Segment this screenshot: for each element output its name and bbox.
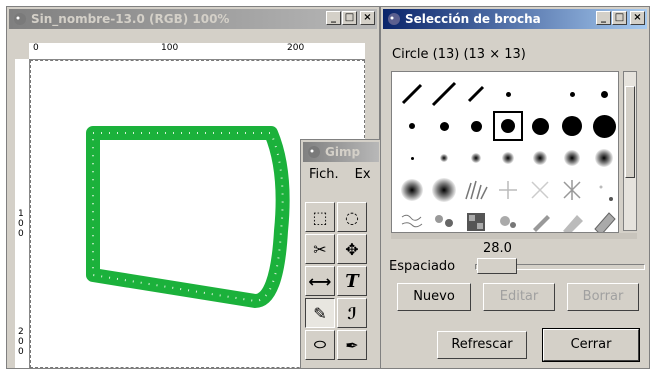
minimize-button[interactable]: _: [326, 11, 341, 25]
spacing-value: 28.0: [483, 241, 512, 256]
brush-fuzzy-xlarge[interactable]: [428, 174, 460, 206]
paintbrush-icon[interactable]: ℐ: [337, 298, 367, 328]
eraser-icon[interactable]: ⬭: [305, 330, 335, 360]
brush-texture-chalk[interactable]: [556, 206, 588, 232]
ruler-label: 0: [18, 347, 24, 357]
gimp-icon: [388, 13, 400, 25]
brush-line-long[interactable]: [428, 78, 460, 110]
spacing-slider-thumb[interactable]: [477, 258, 517, 274]
brush-grid-scrollbar[interactable]: [623, 71, 637, 231]
airbrush-icon[interactable]: ✒: [337, 330, 367, 360]
refresh-button[interactable]: Refrescar: [437, 331, 527, 359]
brush-fuzzy-5[interactable]: [524, 142, 556, 174]
brush-dot-small[interactable]: [588, 78, 618, 110]
brush-texture-charcoal[interactable]: [588, 206, 618, 232]
brush-dialog-titlebar[interactable]: Selección de brocha _ □ ×: [383, 9, 647, 29]
brush-fuzzy-3[interactable]: [460, 142, 492, 174]
ruler-label: 0: [33, 43, 39, 53]
maximize-button[interactable]: □: [342, 11, 357, 25]
brush-fuzzy-1[interactable]: [396, 142, 428, 174]
brush-dot-tiny[interactable]: [492, 78, 524, 110]
brush-grid-hscroll[interactable]: [391, 233, 637, 239]
ruler-label: 2: [18, 327, 24, 337]
ruler-label: 200: [287, 43, 305, 53]
ruler-corner[interactable]: [15, 43, 29, 59]
brush-selection-dialog: Selección de brocha _ □ × Circle (13) (1…: [380, 6, 650, 369]
delete-brush-button[interactable]: Borrar: [567, 283, 639, 311]
brush-grid[interactable]: [391, 71, 619, 233]
brush-sparkle[interactable]: [492, 174, 524, 206]
brush-circle-7[interactable]: [460, 110, 492, 142]
ruler-label: 0: [18, 337, 24, 347]
brush-dot-small[interactable]: [556, 78, 588, 110]
spacing-label: Espaciado: [389, 259, 456, 274]
brush-circle-13-selected[interactable]: [492, 110, 524, 142]
scrollbar-thumb[interactable]: [625, 86, 635, 178]
gimp-icon: [14, 13, 26, 25]
horizontal-ruler[interactable]: 0 100 200: [29, 43, 365, 60]
brush-texture-text[interactable]: [396, 206, 428, 232]
toolbox-window: Gimp Fich. Ex ⬚ ◌ ✂ ✥ ⟷ T ✎ ℐ ⬭ ✒: [300, 139, 382, 369]
rect-select-icon[interactable]: ⬚: [305, 202, 335, 232]
edit-brush-button[interactable]: Editar: [483, 283, 555, 311]
brush-grass[interactable]: [460, 174, 492, 206]
move-icon[interactable]: ✥: [337, 234, 367, 264]
brush-fuzzy-4[interactable]: [492, 142, 524, 174]
ruler-label: 100: [161, 43, 179, 53]
minimize-button[interactable]: _: [596, 11, 611, 25]
menu-extensions[interactable]: Ex: [355, 167, 371, 182]
brush-texture-flowers[interactable]: [428, 206, 460, 232]
toolbox-title: Gimp: [325, 145, 361, 159]
close-button[interactable]: ×: [360, 11, 375, 25]
measure-icon[interactable]: ⟷: [305, 266, 335, 296]
brush-dialog-title: Selección de brocha: [405, 12, 541, 26]
ruler-label: 1: [18, 209, 24, 219]
brush-line-short[interactable]: [460, 78, 492, 110]
scissors-icon[interactable]: ✂: [305, 234, 335, 264]
close-button[interactable]: ×: [630, 11, 645, 25]
maximize-button[interactable]: □: [612, 11, 627, 25]
ruler-label: 0: [18, 219, 24, 229]
brush-star[interactable]: [556, 174, 588, 206]
image-window-titlebar[interactable]: Sin_nombre-13.0 (RGB) 100% _ □ ×: [9, 9, 377, 29]
brush-name-label: Circle (13) (13 × 13): [392, 47, 526, 62]
brush-fuzzy-7[interactable]: [588, 142, 618, 174]
brush-circle-17[interactable]: [556, 110, 588, 142]
brush-circle-3[interactable]: [396, 110, 428, 142]
brush-fuzzy-6[interactable]: [556, 142, 588, 174]
brush-dots-fade[interactable]: [588, 174, 618, 206]
brush-fuzzy-2[interactable]: [428, 142, 460, 174]
ellipse-select-icon[interactable]: ◌: [337, 202, 367, 232]
brush-fuzzy-large[interactable]: [396, 174, 428, 206]
gimp-icon: [308, 146, 320, 158]
menu-file[interactable]: Fich.: [309, 167, 339, 182]
brush-line-thin[interactable]: [396, 78, 428, 110]
brush-circle-15[interactable]: [524, 110, 556, 142]
new-brush-button[interactable]: Nuevo: [397, 283, 471, 311]
brush-circle-19[interactable]: [588, 110, 618, 142]
toolbox-titlebar[interactable]: Gimp: [303, 142, 379, 162]
pencil-icon[interactable]: ✎: [305, 298, 335, 328]
close-dialog-button[interactable]: Cerrar: [542, 328, 640, 362]
toolbox-menubar: Fich. Ex: [303, 164, 379, 186]
brush-texture-splat[interactable]: [492, 206, 524, 232]
brush-cross[interactable]: [524, 174, 556, 206]
image-window-title: Sin_nombre-13.0 (RGB) 100%: [31, 12, 230, 26]
brush-circle-5[interactable]: [428, 110, 460, 142]
brush-texture-pencil[interactable]: [524, 206, 556, 232]
ruler-label: 0: [18, 229, 24, 239]
text-icon[interactable]: T: [337, 266, 367, 296]
vertical-ruler[interactable]: 1 0 0 2 0 0: [15, 59, 30, 368]
brush-texture-checker[interactable]: [460, 206, 492, 232]
